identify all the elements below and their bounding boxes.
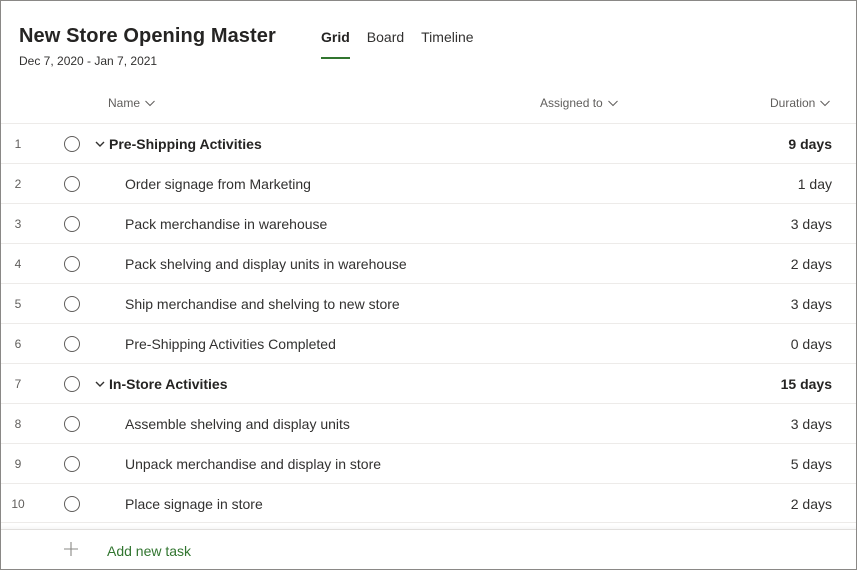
task-number-label: 4: [14, 257, 22, 271]
complete-task-checkbox[interactable]: [64, 496, 80, 512]
chevron-down-icon: [145, 100, 155, 107]
summary-task-row[interactable]: 1 Pre-Shipping Activities 9 days: [1, 123, 856, 164]
task-number-label: 7: [14, 377, 22, 391]
view-tabs: Grid Board Timeline: [321, 29, 491, 59]
task-number-label: 1: [14, 137, 22, 151]
add-task-bar: Add new task: [1, 529, 856, 569]
task-number-label: 8: [14, 417, 22, 431]
complete-task-checkbox[interactable]: [64, 216, 80, 232]
task-row[interactable]: 6 Pre-Shipping Activities Completed 0 days: [1, 323, 856, 364]
task-name[interactable]: Pre-Shipping Activities: [109, 124, 262, 164]
complete-task-checkbox[interactable]: [64, 456, 80, 472]
task-row[interactable]: 2 Order signage from Marketing 1 day: [1, 163, 856, 204]
task-number-label: 5: [14, 297, 22, 311]
complete-task-checkbox[interactable]: [64, 376, 80, 392]
task-duration[interactable]: 2 days: [791, 244, 832, 284]
complete-task-checkbox[interactable]: [64, 176, 80, 192]
task-name[interactable]: Ship merchandise and shelving to new sto…: [125, 284, 400, 324]
task-name[interactable]: Pre-Shipping Activities Completed: [125, 324, 336, 364]
task-number: 3: [1, 204, 41, 244]
task-number-label: 2: [14, 177, 22, 191]
task-number: 9: [1, 444, 41, 484]
tab-board[interactable]: Board: [367, 29, 404, 53]
task-duration[interactable]: 9 days: [788, 124, 832, 164]
task-duration[interactable]: 1 day: [798, 164, 832, 204]
task-number: 7: [1, 364, 41, 404]
complete-task-checkbox[interactable]: [64, 296, 80, 312]
plan-title: New Store Opening Master: [19, 25, 276, 47]
task-name[interactable]: Order signage from Marketing: [125, 164, 311, 204]
task-row[interactable]: 3 Pack merchandise in warehouse 3 days: [1, 203, 856, 244]
column-duration-label: Duration: [770, 96, 816, 110]
task-number: 1: [1, 124, 41, 164]
tab-timeline[interactable]: Timeline: [421, 29, 473, 53]
task-name[interactable]: In-Store Activities: [109, 364, 228, 404]
complete-task-checkbox[interactable]: [64, 136, 80, 152]
column-name-label: Name: [108, 96, 141, 110]
task-duration[interactable]: 3 days: [791, 284, 832, 324]
task-row[interactable]: 5 Ship merchandise and shelving to new st…: [1, 283, 856, 324]
task-name[interactable]: Pack merchandise in warehouse: [125, 204, 327, 244]
chevron-down-icon: [820, 100, 831, 107]
task-number: 2: [1, 164, 41, 204]
task-grid: 1 Pre-Shipping Activities 9 days 2 Order sig…: [1, 123, 856, 524]
collapse-chevron-icon[interactable]: [94, 378, 106, 390]
task-name[interactable]: Pack shelving and display units in wareh…: [125, 244, 407, 284]
summary-task-row[interactable]: 7 In-Store Activities 15 days: [1, 363, 856, 404]
task-duration[interactable]: 3 days: [791, 204, 832, 244]
task-row[interactable]: 10 Place signage in store 2 days: [1, 483, 856, 524]
task-row[interactable]: 4 Pack shelving and display units in ware…: [1, 243, 856, 284]
task-number: 8: [1, 404, 41, 444]
collapse-chevron-icon[interactable]: [94, 138, 106, 150]
task-number: 4: [1, 244, 41, 284]
column-header-name[interactable]: Name: [108, 96, 156, 110]
plan-window: New Store Opening Master Dec 7, 2020 - J…: [0, 0, 857, 570]
task-duration[interactable]: 5 days: [791, 444, 832, 484]
task-number-label: 6: [14, 337, 22, 351]
task-name[interactable]: Assemble shelving and display units: [125, 404, 350, 444]
plus-icon[interactable]: [63, 541, 79, 557]
task-number: 5: [1, 284, 41, 324]
complete-task-checkbox[interactable]: [64, 256, 80, 272]
complete-task-checkbox[interactable]: [64, 416, 80, 432]
column-header-row: Name Assigned to Duration: [1, 93, 856, 121]
task-number: 10: [1, 484, 41, 524]
column-assigned-label: Assigned to: [540, 96, 603, 110]
column-header-duration[interactable]: Duration: [770, 96, 831, 110]
task-number: 6: [1, 324, 41, 364]
task-number-label: 9: [14, 457, 22, 471]
complete-task-checkbox[interactable]: [64, 336, 80, 352]
chevron-down-icon: [607, 100, 618, 107]
task-row[interactable]: 8 Assemble shelving and display units 3 da…: [1, 403, 856, 444]
task-number-label: 3: [14, 217, 22, 231]
task-number-label: 10: [11, 497, 25, 511]
task-row[interactable]: 9 Unpack merchandise and display in store…: [1, 443, 856, 484]
add-new-task-button[interactable]: Add new task: [107, 543, 191, 559]
tab-grid[interactable]: Grid: [321, 29, 350, 59]
task-name[interactable]: Place signage in store: [125, 484, 263, 524]
column-header-assigned-to[interactable]: Assigned to: [540, 96, 619, 110]
task-duration[interactable]: 3 days: [791, 404, 832, 444]
task-duration[interactable]: 2 days: [791, 484, 832, 524]
task-duration[interactable]: 15 days: [781, 364, 832, 404]
task-duration[interactable]: 0 days: [791, 324, 832, 364]
plan-date-range: Dec 7, 2020 - Jan 7, 2021: [19, 54, 158, 68]
plan-header: New Store Opening Master Dec 7, 2020 - J…: [19, 23, 276, 68]
task-name[interactable]: Unpack merchandise and display in store: [125, 444, 381, 484]
